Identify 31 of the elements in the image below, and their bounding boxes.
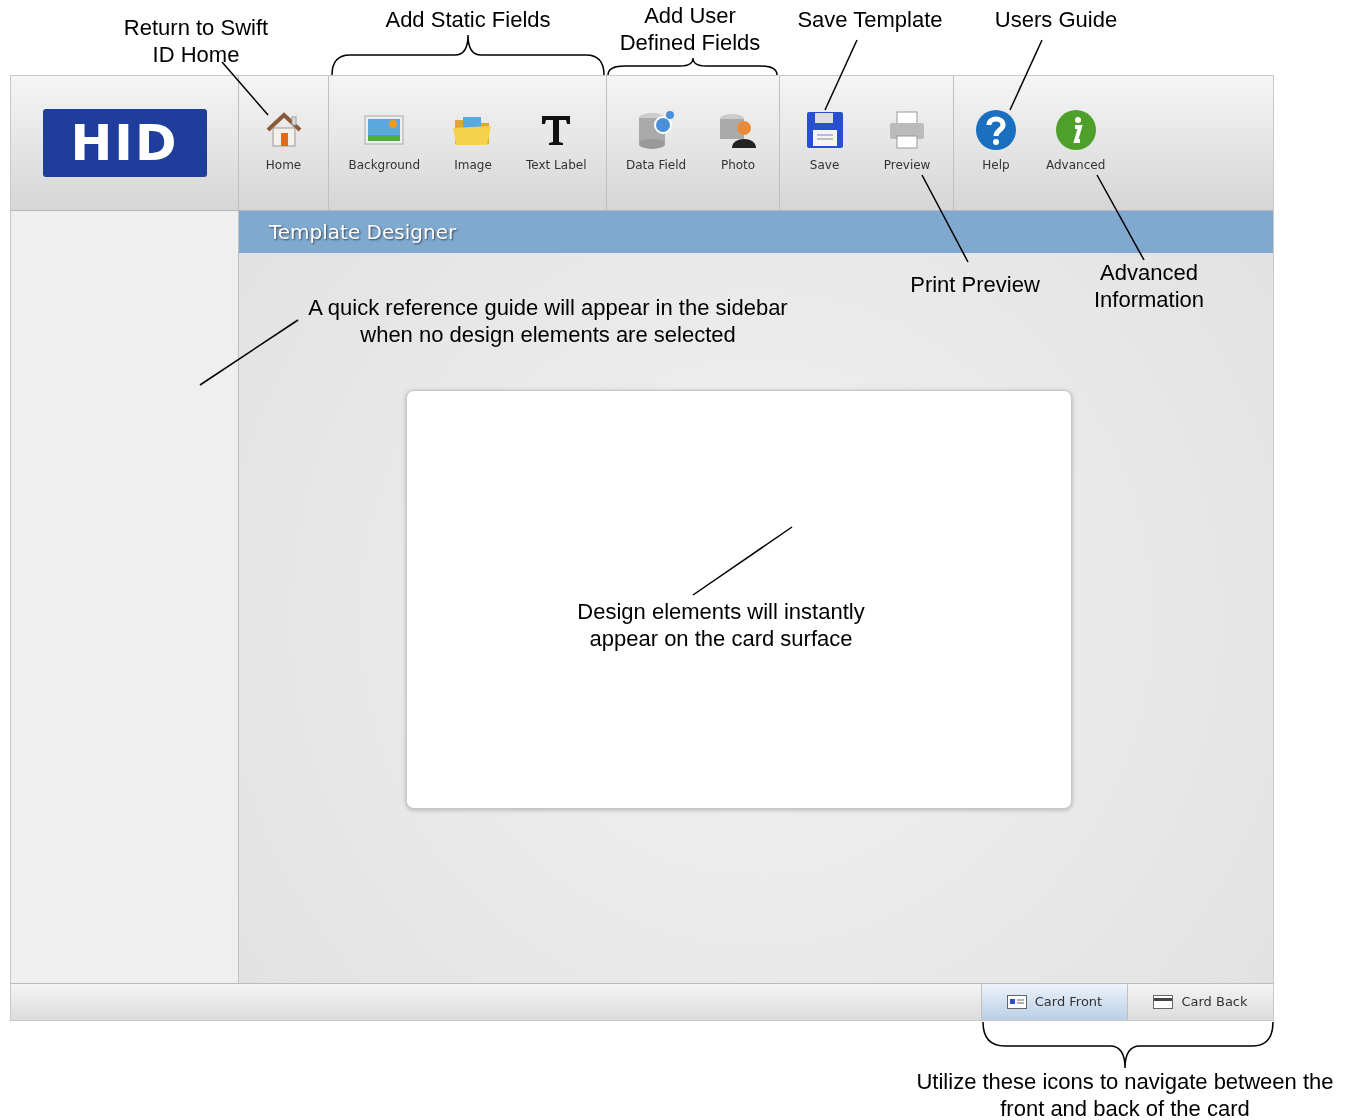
toolbar-button[interactable]: Data Field — [623, 108, 689, 174]
callout-text: Advanced Information — [1092, 259, 1206, 313]
leader-line — [824, 39, 858, 111]
callout-text: Users Guide — [993, 6, 1119, 33]
question-mark-icon — [974, 108, 1018, 152]
logo: HID — [42, 109, 207, 177]
toolbar-button[interactable]: Background — [346, 108, 423, 174]
toolbar-button[interactable]: Advanced — [1044, 108, 1108, 174]
callout-text: Return to Swift ID Home — [122, 14, 270, 68]
callout-text: A quick reference guide will appear in the sidebar when no design elements are selected — [308, 294, 788, 348]
toolbar-button[interactable]: Save — [800, 108, 849, 174]
callout-text: Utilize these icons to navigate between the front and back of the card — [915, 1068, 1335, 1120]
toolbar-button[interactable]: Text Label — [524, 108, 589, 174]
toolbar-button[interactable]: Preview — [881, 108, 933, 174]
toolbar-button[interactable]: Home — [259, 108, 308, 174]
card-stripe-icon — [1153, 995, 1174, 1009]
callout-text: Design elements will instantly appear on the card surface — [576, 598, 866, 652]
id-card-icon — [1006, 995, 1027, 1009]
callout-text: Print Preview — [909, 271, 1041, 298]
info-icon — [1053, 108, 1098, 152]
panel-title: Template Designer — [239, 211, 1273, 253]
card-side-tab[interactable]: Card Front — [981, 984, 1127, 1020]
toolbar-button[interactable]: Image — [449, 108, 498, 174]
toolbar-button[interactable]: Help — [972, 108, 1020, 174]
callout-text: Add Static Fields — [384, 6, 552, 33]
leader-line — [221, 61, 269, 116]
toolbar-button[interactable]: Photo — [714, 108, 763, 174]
leader-line — [1009, 39, 1043, 111]
callout-text: Save Template — [796, 6, 944, 33]
callout-text: Add User Defined Fields — [618, 2, 762, 56]
card-side-tab[interactable]: Card Back — [1127, 984, 1273, 1020]
